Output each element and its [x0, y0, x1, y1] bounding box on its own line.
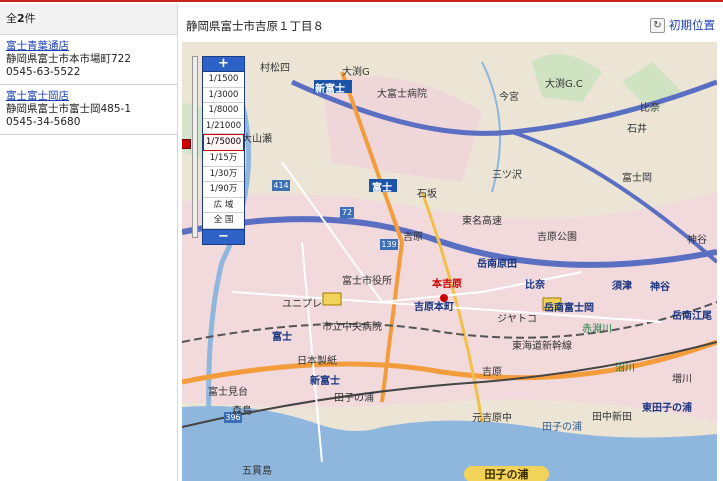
map-label: 五貫島: [242, 466, 272, 477]
map-place-ribbon: 田子の浦: [464, 466, 549, 481]
refresh-icon: ↻: [650, 17, 665, 33]
map-canvas[interactable]: 414 72 139 396 村松四 大渕G 大渕G.C 新富士 大富士病院 今…: [182, 42, 717, 481]
map-label: 吉原: [403, 232, 423, 243]
map-label-station: 富士: [272, 332, 292, 343]
zoom-slider-thumb[interactable]: [182, 139, 191, 149]
results-panel: 全2件 富士青葉通店 静岡県富士市本市場町722 0545-63-5522 富士…: [0, 4, 178, 481]
map-label: 石坂: [417, 189, 437, 200]
zoom-level[interactable]: 広 域: [203, 198, 244, 214]
map-label: 石井: [627, 124, 647, 135]
zoom-level[interactable]: 全 国: [203, 213, 244, 229]
map-label: 増川: [672, 374, 692, 385]
svg-text:414: 414: [273, 181, 288, 190]
result-address: 静岡県富士市本市場町722: [6, 53, 132, 65]
map-label-rail: 東海道新幹線: [512, 341, 572, 352]
map-label-station: 神谷: [650, 282, 670, 293]
result-link-aoba[interactable]: 富士青葉通店: [6, 40, 69, 52]
zoom-level[interactable]: 1/30万: [203, 167, 244, 183]
map-label: 富士見台: [208, 387, 248, 398]
map-label-station: 新富士: [310, 376, 340, 387]
map-label: 田中新田: [592, 412, 632, 423]
map-label: 日本製紙: [297, 356, 337, 367]
svg-text:72: 72: [342, 208, 352, 217]
reset-position-button[interactable]: ↻ 初期位置: [650, 17, 715, 33]
zoom-level[interactable]: 1/3000: [203, 88, 244, 104]
result-link-fujioka[interactable]: 富士富士岡店: [6, 90, 69, 102]
zoom-level-selected[interactable]: 1/75000: [203, 134, 244, 151]
map-label: 三ツ沢: [492, 170, 522, 181]
map-label: 大渕G: [342, 67, 370, 78]
map-label: 市立中央病院: [322, 322, 382, 333]
map-label: 比奈: [640, 103, 660, 114]
zoom-level[interactable]: 1/90万: [203, 182, 244, 198]
map-label-station: 吉原本町: [414, 302, 454, 313]
map-label: 吉原公園: [537, 232, 577, 243]
zoom-level[interactable]: 1/15万: [203, 151, 244, 167]
zoom-out-button[interactable]: −: [202, 228, 245, 245]
result-item: 富士青葉通店 静岡県富士市本市場町722 0545-63-5522: [0, 35, 177, 85]
zoom-level[interactable]: 1/21000: [203, 119, 244, 135]
svg-text:139: 139: [381, 240, 396, 249]
top-accent-line: [0, 0, 723, 2]
map-label: 田子の浦: [334, 393, 374, 404]
result-count: 全2件: [0, 4, 177, 35]
map-label: 大富士病院: [377, 89, 427, 100]
map-label: ジヤトコ: [497, 314, 537, 325]
map-label-river: 赤淵川: [582, 324, 612, 335]
map-label: 富士市役所: [342, 276, 392, 287]
map-header: 静岡県富士市吉原１丁目８ ↻ 初期位置: [182, 14, 717, 40]
result-phone: 0545-63-5522: [6, 66, 81, 78]
result-phone: 0545-34-5680: [6, 116, 81, 128]
map-label: 富士岡: [622, 173, 652, 184]
map-label: 元吉原中: [472, 413, 512, 424]
map-label-station: 岳南江尾: [672, 311, 712, 322]
map-graphic: 414 72 139 396: [182, 42, 717, 481]
map-label-station: 東田子の浦: [642, 403, 692, 414]
zoom-level[interactable]: 1/8000: [203, 103, 244, 119]
map-label-station: 岳南原田: [477, 259, 517, 270]
zoom-in-button[interactable]: +: [202, 56, 245, 72]
map-label-station: 吉原: [482, 367, 502, 378]
zoom-scale-list: 1/1500 1/3000 1/8000 1/21000 1/75000 1/1…: [202, 72, 245, 229]
result-item: 富士富士岡店 静岡県富士市富士岡485-1 0545-34-5680: [0, 85, 177, 135]
map-label-ic: 新富士: [315, 84, 345, 95]
map-label-expressway: 東名高速: [462, 216, 502, 227]
map-label-station: 須津: [612, 281, 632, 292]
zoom-level[interactable]: 1/1500: [203, 72, 244, 88]
map-label-ic: 富士: [372, 183, 392, 194]
result-address: 静岡県富士市富士岡485-1: [6, 103, 132, 115]
map-label: ユニプレ: [282, 299, 322, 310]
map-label: 村松四: [260, 63, 290, 74]
map-label-sea: 田子の浦: [542, 422, 582, 433]
zoom-slider-track[interactable]: [182, 56, 198, 238]
map-label: 今宮: [499, 92, 519, 103]
map-address: 静岡県富士市吉原１丁目８: [186, 19, 324, 33]
map-label: 大渕G.C: [545, 79, 583, 90]
map-label: 森島: [232, 406, 252, 417]
map-label-river: 沼川: [615, 363, 635, 374]
map-label: 神谷: [687, 235, 707, 246]
map-label-station: 岳南富士岡: [544, 303, 594, 314]
map-label-station: 本吉原: [432, 279, 462, 290]
map-label-station: 比奈: [525, 280, 545, 291]
zoom-control: + 1/1500 1/3000 1/8000 1/21000 1/75000 1…: [182, 56, 247, 245]
